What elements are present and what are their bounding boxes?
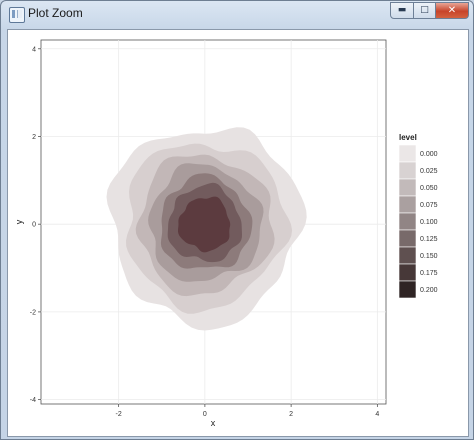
legend-key [398,161,417,180]
legend-key [398,246,417,265]
legend-key [398,144,417,163]
legend-key [398,263,417,282]
legend-label: 0.075 [420,202,438,209]
legend-label: 0.200 [420,287,438,294]
window-app-icon [9,7,25,23]
legend-label: 0.125 [420,236,438,243]
legend-key [398,178,417,197]
x-tick-label: -2 [116,411,122,418]
plot-zoom-window: Plot Zoom ▬ □ ✕ -2 0 2 4 4 2 0 -2 -4 x y level 0… [0,0,474,440]
legend-label: 0.150 [420,253,438,260]
legend-key [398,280,417,299]
y-tick-label: 2 [32,134,36,141]
legend-label: 0.100 [420,219,438,226]
minimize-button[interactable]: ▬ [390,2,414,19]
x-tick-label: 2 [289,411,293,418]
x-tick-label: 4 [375,411,379,418]
title-bar[interactable]: Plot Zoom ▬ □ ✕ [1,1,473,29]
maximize-button[interactable]: □ [413,2,436,19]
window-title: Plot Zoom [28,6,83,20]
y-tick-label: 4 [32,46,36,53]
legend-label: 0.050 [420,185,438,192]
x-axis-label: x [211,418,216,428]
legend-label: 0.025 [420,168,438,175]
legend-label: 0.175 [420,270,438,277]
y-tick-label: -4 [30,397,36,404]
x-tick-label: 0 [203,411,207,418]
plot-area: -2 0 2 4 4 2 0 -2 -4 x y level 0.000 0.025 0.050 0.… [7,29,469,437]
legend-label: 0.000 [420,151,438,158]
y-tick-label: 0 [32,222,36,229]
legend-key [398,195,417,214]
y-tick-label: -2 [30,309,36,316]
legend: 0.000 0.025 0.050 0.075 0.100 0.125 0.150 0.175… [398,144,438,299]
legend-key [398,212,417,231]
legend-key [398,229,417,248]
y-axis-label: y [14,219,24,224]
legend-title: level [399,133,417,142]
contour-plot: -2 0 2 4420-2-4 x y level 0.0000.0250.0500.… [14,39,438,428]
close-button[interactable]: ✕ [435,2,469,19]
